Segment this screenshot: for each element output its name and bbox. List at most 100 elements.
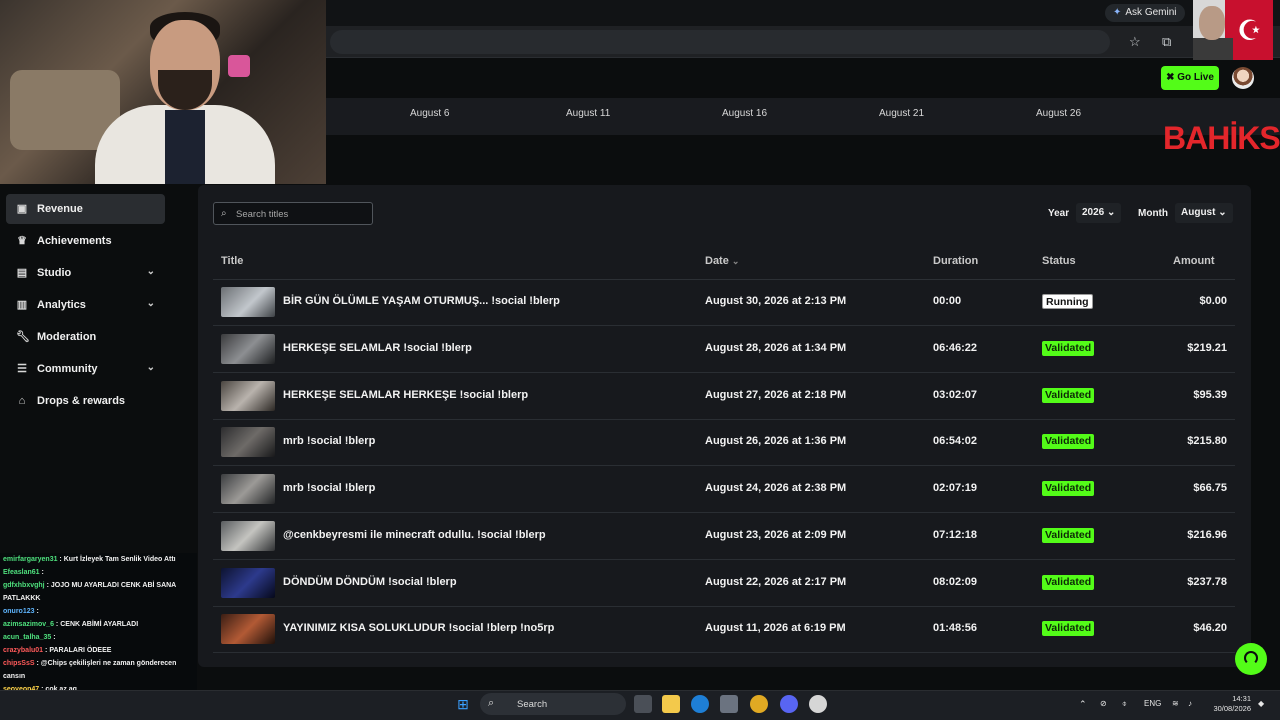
wifi-icon[interactable]: ≋ [1172, 699, 1179, 708]
taskbar-clock[interactable]: 14:31 30/08/2026 [1200, 694, 1251, 714]
status-badge: Validated [1042, 481, 1095, 496]
chat-username[interactable]: azimsazimov_6 [3, 621, 54, 628]
status-badge: Validated [1042, 621, 1095, 636]
row-duration: 00:00 [933, 295, 962, 307]
avatar[interactable] [1232, 67, 1254, 89]
task-view-icon[interactable] [634, 695, 652, 713]
bookmark-star-icon[interactable]: ☆ [1129, 34, 1141, 50]
chat-username[interactable]: Efeaslan61 [3, 569, 40, 576]
portrait-suit [1193, 38, 1233, 60]
sidebar-item-moderation[interactable]: 🔧︎ Moderation [6, 322, 165, 352]
chrome-icon[interactable] [750, 695, 768, 713]
chat-message: crazybalu01 : PARALARI ÖDEEE [3, 647, 112, 654]
year-select[interactable]: 2026 ⌄ [1076, 203, 1122, 223]
sidebar-item-achievements[interactable]: ♛ Achievements [6, 226, 165, 256]
row-title[interactable]: HERKEŞE SELAMLAR HERKEŞE !social !blerp [283, 389, 528, 401]
stream-thumbnail[interactable] [221, 568, 275, 598]
stream-thumbnail[interactable] [221, 427, 275, 457]
row-duration: 06:46:22 [933, 342, 978, 354]
stream-thumbnail[interactable] [221, 287, 275, 317]
volume-icon[interactable]: ♪ [1188, 699, 1192, 708]
search-input[interactable]: ⌕ Search titles [213, 202, 373, 225]
chat-text: @Chips çekilişleri ne zaman gönderecen [40, 660, 177, 667]
row-date: August 22, 2026 at 2:17 PM [705, 576, 847, 588]
column-header-duration[interactable]: Duration [933, 255, 978, 267]
chat-username[interactable]: chipsSsS [3, 660, 35, 667]
row-title[interactable]: HERKEŞE SELAMLAR !social !blerp [283, 342, 472, 354]
extensions-icon[interactable]: ⧉ [1162, 34, 1171, 50]
row-date: August 11, 2026 at 6:19 PM [705, 622, 846, 634]
discord-icon[interactable] [780, 695, 798, 713]
year-value: 2026 [1082, 207, 1105, 218]
row-title[interactable]: mrb !social !blerp [283, 482, 375, 494]
column-header-title[interactable]: Title [221, 255, 243, 267]
axis-tick: August 6 [410, 108, 450, 119]
stream-thumbnail[interactable] [221, 521, 275, 551]
notification-bell-icon[interactable]: ◆ [1258, 699, 1264, 708]
crescent-star-icon: ☪ [1237, 15, 1263, 46]
column-header-status[interactable]: Status [1042, 255, 1076, 267]
sidebar-item-label: Studio [37, 267, 72, 279]
stream-thumbnail[interactable] [221, 381, 275, 411]
row-date: August 23, 2026 at 2:09 PM [705, 529, 847, 541]
chat-username[interactable]: gdfxhbxvghj [3, 582, 45, 589]
edge-icon[interactable] [691, 695, 709, 713]
row-title[interactable]: mrb !social !blerp [283, 435, 375, 447]
sidebar-item-studio[interactable]: ▤ Studio ⌄ [6, 258, 165, 288]
network-off-icon[interactable]: ⊘ [1100, 699, 1107, 708]
clock-time: 14:31 [1232, 694, 1251, 703]
status-badge: Validated [1042, 341, 1095, 356]
sidebar-item-label: Revenue [37, 203, 83, 215]
chat-username[interactable]: acun_talha_35 [3, 634, 51, 641]
url-field[interactable] [330, 30, 1110, 54]
support-chat-button[interactable] [1235, 643, 1267, 675]
go-live-button[interactable]: ✖ Go Live [1161, 66, 1219, 90]
sidebar-item-analytics[interactable]: ▥ Analytics ⌄ [6, 290, 165, 320]
tray-chevron-icon[interactable]: ⌃ [1079, 699, 1087, 710]
row-title[interactable]: YAYINIMIZ KISA SOLUKLUDUR !social !blerp… [283, 622, 554, 634]
app-icon[interactable] [809, 695, 827, 713]
column-header-amount[interactable]: Amount [1173, 255, 1215, 267]
row-title[interactable]: BİR GÜN ÖLÜMLE YAŞAM OTURMUŞ... !social … [283, 295, 560, 307]
chat-text: CENK ABİMİ AYARLADI [60, 621, 139, 628]
file-explorer-icon[interactable] [662, 695, 680, 713]
sort-chevron-icon: ⌄ [731, 256, 740, 266]
chat-username[interactable]: crazybalu01 [3, 647, 43, 654]
community-icon: ☰ [17, 363, 27, 375]
store-icon[interactable] [720, 695, 738, 713]
month-value: August [1181, 207, 1216, 218]
ask-gemini-button[interactable]: ✦ Ask Gemini [1105, 4, 1185, 22]
stream-thumbnail[interactable] [221, 334, 275, 364]
status-badge: Validated [1042, 528, 1095, 543]
row-amount: $215.80 [1187, 435, 1227, 447]
axis-tick: August 21 [879, 108, 925, 119]
taskbar-search[interactable]: ⌕ Search [480, 693, 626, 715]
creator-sidebar: ▣ Revenue ♛ Achievements ▤ Studio ⌄ ▥ An… [0, 184, 197, 556]
status-badge: Validated [1042, 434, 1095, 449]
analytics-icon: ▥ [16, 299, 28, 311]
chat-message: gdfxhbxvghj : JOJO MU AYARLADI CENK ABİ … [3, 582, 177, 589]
row-title[interactable]: @cenkbeyresmi ile minecraft odullu. !soc… [283, 529, 546, 541]
stream-thumbnail[interactable] [221, 614, 275, 644]
headset-icon [1244, 651, 1258, 665]
row-date: August 27, 2026 at 2:18 PM [705, 389, 847, 401]
row-amount: $95.39 [1193, 389, 1227, 401]
row-title[interactable]: DÖNDÜM DÖNDÜM !social !blerp [283, 576, 457, 588]
chat-message: onuro123 : [3, 608, 39, 615]
chat-text: Kurt İzleyek Tam Senlik Video Attı [63, 556, 176, 563]
chat-text: PATLAKKK [3, 595, 41, 602]
chat-username[interactable]: onuro123 [3, 608, 35, 615]
windows-start-icon[interactable]: ⊞ [454, 695, 472, 713]
sidebar-item-community[interactable]: ☰ Community ⌄ [6, 354, 165, 384]
row-date: August 24, 2026 at 2:38 PM [705, 482, 847, 494]
column-header-date[interactable]: Date ⌄ [705, 255, 739, 267]
stream-thumbnail[interactable] [221, 474, 275, 504]
chat-username[interactable]: emirfargaryen31 [3, 556, 57, 563]
search-placeholder: Search titles [236, 209, 289, 220]
sidebar-item-revenue[interactable]: ▣ Revenue [6, 194, 165, 224]
gift-icon: ⌂ [18, 395, 26, 407]
language-indicator[interactable]: ENG [1144, 699, 1161, 708]
sidebar-item-drops-rewards[interactable]: ⌂ Drops & rewards [6, 386, 165, 416]
month-select[interactable]: August ⌄ [1175, 203, 1233, 223]
microphone-icon[interactable]: ⌽ [1122, 699, 1127, 709]
